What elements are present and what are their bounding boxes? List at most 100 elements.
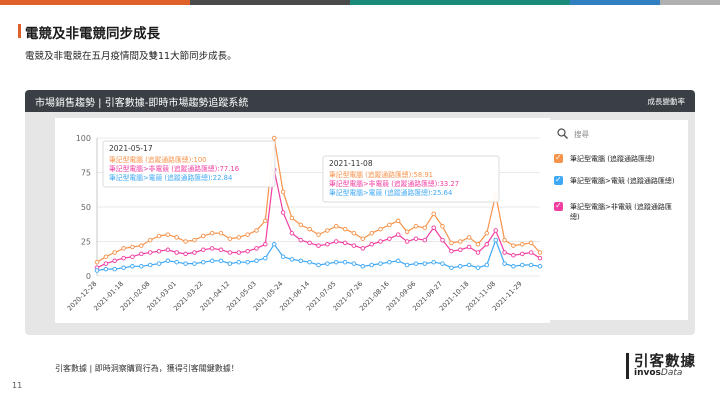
- data-point: [209, 230, 215, 236]
- line-chart: 02550751002020-12-282021-01-182021-02-08…: [66, 134, 543, 313]
- data-point: [280, 254, 286, 259]
- data-point: [484, 230, 490, 236]
- data-point: [351, 230, 357, 236]
- growth-rate-label[interactable]: 成長變動率: [648, 96, 686, 107]
- data-point: [316, 243, 321, 248]
- data-point: [502, 237, 507, 243]
- data-point: [422, 261, 428, 266]
- data-point: [422, 225, 428, 230]
- data-point: [165, 258, 171, 264]
- data-point: [183, 251, 188, 257]
- data-point: [280, 189, 286, 195]
- data-point: [511, 264, 516, 269]
- tooltip-line: 筆記型電腦 (追蹤通路匯總):58.91: [329, 170, 433, 179]
- tooltip-line: 筆記型電腦>電競 (追蹤通路匯總):22.84: [109, 173, 232, 182]
- panel-title: 市場銷售趨勢 | 引客數據-即時市場趨勢追蹤系統: [35, 98, 249, 109]
- data-point: [502, 250, 507, 255]
- data-point: [298, 258, 304, 264]
- data-point: [387, 236, 392, 241]
- data-point: [440, 224, 445, 229]
- data-point: [112, 250, 117, 255]
- accent-bar-segment: [0, 0, 190, 5]
- data-point: [165, 247, 171, 253]
- data-point: [174, 235, 179, 240]
- data-point: [333, 259, 339, 265]
- y-tick-label: 75: [81, 169, 91, 178]
- data-point: [218, 230, 224, 236]
- data-point: [369, 242, 374, 247]
- legend-label: 筆記型電腦 (追蹤通路匯總): [570, 155, 655, 163]
- tooltip-date: 2021-11-08: [329, 159, 373, 168]
- data-point: [271, 242, 277, 247]
- data-point: [360, 236, 366, 241]
- data-point: [201, 233, 206, 239]
- search-input[interactable]: 搜尋: [574, 129, 589, 140]
- logo-mark: [626, 353, 629, 379]
- accent-bar-segment: [190, 0, 350, 5]
- data-point: [537, 264, 543, 269]
- data-point: [395, 258, 401, 264]
- tooltip-line: 筆記型電腦 (追蹤通路匯總):100: [109, 155, 207, 164]
- tooltip-line: 筆記型電腦>非電競 (追蹤通路匯總):77.16: [109, 164, 239, 173]
- data-point: [298, 222, 304, 228]
- data-point: [130, 254, 135, 259]
- data-point: [316, 262, 321, 268]
- data-point: [351, 261, 357, 266]
- data-point: [130, 264, 135, 269]
- accent-bar-segment: [350, 0, 570, 5]
- footer-text: 引客數據 | 即時洞察購買行為，獲得引客關鍵數據！: [55, 364, 239, 373]
- data-point: [333, 239, 339, 244]
- page-number: 11: [12, 381, 23, 390]
- data-point: [227, 261, 233, 266]
- data-point: [103, 261, 109, 266]
- tooltip-line: 筆記型電腦>電競 (追蹤通路匯總):25.64: [329, 188, 452, 197]
- data-point: [449, 265, 454, 270]
- data-point: [387, 259, 392, 265]
- dashboard-panel: 市場銷售趨勢 | 引客數據-即時市場趨勢追蹤系統 成長變動率 0 25 50 75 10…: [25, 90, 695, 335]
- data-point: [484, 242, 490, 247]
- data-point: [520, 251, 525, 257]
- data-point: [413, 236, 419, 241]
- checkbox-icon[interactable]: ✓: [554, 175, 563, 185]
- data-point: [201, 247, 206, 253]
- data-point: [333, 224, 339, 229]
- data-point: [147, 262, 153, 268]
- data-point: [422, 237, 428, 243]
- y-tick-label: 100: [76, 134, 91, 143]
- data-point: [493, 228, 498, 233]
- slide-title: 電競及非電競同步成長: [25, 26, 160, 42]
- data-point: [431, 225, 436, 230]
- y-tick-label: 0: [86, 272, 91, 281]
- data-point: [271, 135, 277, 141]
- checkbox-icon[interactable]: ✓: [554, 201, 563, 211]
- data-point: [449, 240, 454, 246]
- data-point: [130, 244, 135, 250]
- legend-search[interactable]: 搜尋: [554, 126, 682, 142]
- data-point: [475, 265, 481, 270]
- data-point: [484, 262, 490, 268]
- checkbox-icon[interactable]: ✓: [554, 153, 563, 163]
- legend-label: 筆記型電腦>非電競 (追蹤通路匯總): [570, 203, 672, 221]
- data-point: [103, 266, 109, 272]
- data-point: [466, 244, 472, 250]
- data-point: [103, 254, 109, 259]
- data-point: [537, 250, 543, 255]
- data-point: [458, 239, 463, 244]
- data-point: [201, 259, 206, 265]
- y-tick-label: 50: [81, 203, 91, 212]
- data-point: [404, 229, 410, 235]
- data-point: [387, 222, 392, 228]
- data-point: [236, 235, 242, 240]
- slide-subtitle: 電競及非電競在五月疫情間及雙11大節同步成長。: [25, 51, 237, 62]
- panel-header: 市場銷售趨勢 | 引客數據-即時市場趨勢追蹤系統 成長變動率: [25, 90, 695, 112]
- data-point: [218, 258, 224, 264]
- search-icon: [557, 128, 569, 140]
- data-point: [218, 247, 224, 253]
- data-point: [458, 264, 463, 269]
- y-tick-label: 25: [81, 238, 91, 247]
- data-point: [369, 262, 374, 268]
- data-point: [236, 259, 242, 265]
- data-point: [192, 261, 197, 266]
- data-point: [520, 262, 525, 268]
- data-point: [254, 228, 259, 233]
